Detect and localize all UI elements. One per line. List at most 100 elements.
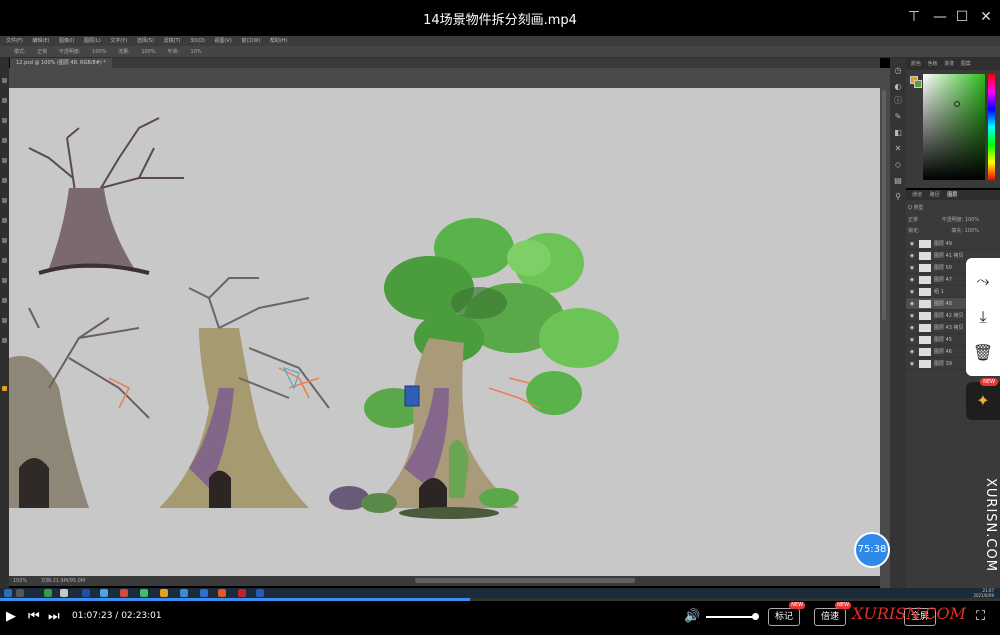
tab-gradients[interactable]: 渐变 — [944, 61, 954, 67]
ps-menu-image[interactable]: 图像(I) — [59, 38, 74, 44]
previous-icon[interactable]: ⏮ — [28, 609, 40, 625]
delete-icon[interactable]: 🗑 — [966, 336, 1000, 370]
canvas[interactable] — [9, 88, 880, 576]
ps-menu-help[interactable]: 帮助(H) — [270, 38, 288, 44]
tab-paths[interactable]: 路径 — [930, 192, 940, 198]
visibility-eye-icon[interactable]: ◉ — [908, 310, 916, 322]
color-picker-field[interactable] — [923, 74, 985, 180]
text-tool-icon[interactable] — [2, 318, 7, 323]
search-icon[interactable] — [16, 589, 24, 597]
app-icon-1[interactable] — [44, 589, 52, 597]
ps-menu-select[interactable]: 选择(S) — [137, 38, 154, 44]
app-icon-4[interactable] — [120, 589, 128, 597]
canvas-horizontal-scrollbar[interactable] — [415, 578, 635, 583]
download-icon[interactable]: ⤓ — [966, 300, 1000, 334]
ps-menu-file[interactable]: 文件(F) — [6, 38, 23, 44]
next-icon[interactable]: ⏭ — [48, 609, 60, 625]
stamp-tool-icon[interactable] — [2, 218, 7, 223]
foreground-color-swatch[interactable] — [2, 386, 7, 391]
eyedropper-tool-icon[interactable] — [2, 178, 7, 183]
photoshop-task-icon[interactable] — [82, 589, 90, 597]
canvas-vertical-scrollbar[interactable] — [882, 90, 886, 320]
app-icon-10[interactable] — [238, 589, 246, 597]
flow-value[interactable]: 100% — [141, 49, 155, 55]
ps-menu-type[interactable]: 文字(Y) — [110, 38, 127, 44]
tab-patterns[interactable]: 图案 — [961, 61, 971, 67]
play-icon[interactable]: ▶ — [6, 609, 16, 625]
document-tab[interactable]: 12.psd @ 100% (图层 48, RGB/8#) * — [10, 58, 112, 68]
ps-menu-3d[interactable]: 3D(D) — [190, 38, 205, 44]
tools-icon[interactable]: ✕ — [893, 144, 903, 154]
visibility-eye-icon[interactable]: ◉ — [908, 238, 916, 250]
volume-slider[interactable] — [706, 616, 756, 618]
brush-mode-select[interactable]: 正常 — [37, 49, 47, 55]
brush-tool-icon[interactable] — [2, 198, 7, 203]
mark-button[interactable]: 标记 NEW — [768, 602, 806, 626]
app-icon-3[interactable] — [100, 589, 108, 597]
app-icon-11[interactable] — [256, 589, 264, 597]
visibility-eye-icon[interactable]: ◉ — [908, 358, 916, 370]
move-tool-icon[interactable] — [2, 78, 7, 83]
close-button[interactable]: ✕ — [976, 8, 996, 26]
fullscreen-icon[interactable]: ⛶ — [976, 609, 985, 625]
maximize-button[interactable]: ☐ — [952, 8, 972, 26]
history-icon[interactable]: ◷ — [893, 66, 903, 76]
speed-button[interactable]: 倍速 NEW — [814, 602, 852, 626]
app-icon-8[interactable] — [200, 589, 208, 597]
layer-row[interactable]: ◉ 图层 49 — [906, 238, 1000, 250]
tray-clock[interactable]: 21:07 2021/6/09 — [973, 588, 994, 598]
properties-icon[interactable]: ⚲ — [893, 192, 903, 202]
tab-color[interactable]: 颜色 — [911, 61, 921, 67]
volume-knob[interactable] — [752, 613, 759, 620]
color-icon[interactable]: ◐ — [893, 82, 903, 92]
layer-fill[interactable]: 填充: 100% — [951, 228, 979, 234]
visibility-eye-icon[interactable]: ◉ — [908, 346, 916, 358]
hue-slider[interactable] — [988, 74, 995, 180]
visibility-eye-icon[interactable]: ◉ — [908, 250, 916, 262]
layer-filter[interactable]: Q 类型 — [908, 204, 998, 212]
gradient-tool-icon[interactable] — [2, 258, 7, 263]
minimize-button[interactable]: — — [930, 8, 950, 26]
blend-mode-select[interactable]: 正常 — [908, 217, 918, 223]
lasso-tool-icon[interactable] — [2, 118, 7, 123]
ps-menu-window[interactable]: 窗口(W) — [241, 38, 260, 44]
app-icon-6[interactable] — [160, 589, 168, 597]
app-icon-7[interactable] — [180, 589, 188, 597]
styles-icon[interactable]: ◇ — [893, 160, 903, 170]
ps-menu-edit[interactable]: 编辑(E) — [32, 38, 49, 44]
tab-layers[interactable]: 图层 — [947, 192, 957, 198]
marquee-tool-icon[interactable] — [2, 98, 7, 103]
app-icon-9[interactable] — [218, 589, 226, 597]
visibility-eye-icon[interactable]: ◉ — [908, 334, 916, 346]
share-icon[interactable]: ⤳ — [966, 264, 1000, 298]
app-icon-5[interactable] — [140, 589, 148, 597]
visibility-eye-icon[interactable]: ◉ — [908, 322, 916, 334]
tab-swatches[interactable]: 色板 — [928, 61, 938, 67]
visibility-eye-icon[interactable]: ◉ — [908, 274, 916, 286]
background-swatch[interactable] — [914, 80, 922, 88]
pin-button[interactable]: NEW ✦ — [966, 378, 1000, 420]
layer-opacity[interactable]: 不透明度: 100% — [942, 217, 980, 223]
wand-tool-icon[interactable] — [2, 138, 7, 143]
picker-cursor[interactable] — [954, 101, 960, 107]
visibility-eye-icon[interactable]: ◉ — [908, 298, 916, 310]
pen-tool-icon[interactable] — [2, 298, 7, 303]
smoothing-value[interactable]: 10% — [191, 49, 202, 55]
opacity-value[interactable]: 100% — [92, 49, 106, 55]
ps-menu-filter[interactable]: 滤镜(T) — [164, 38, 181, 44]
crop-tool-icon[interactable] — [2, 158, 7, 163]
app-icon-2[interactable] — [60, 589, 68, 597]
eraser-tool-icon[interactable] — [2, 238, 7, 243]
hand-tool-icon[interactable] — [2, 338, 7, 343]
volume-icon[interactable]: 🔊 — [684, 609, 700, 625]
pin-top-icon[interactable]: ⊤ — [904, 8, 924, 26]
start-icon[interactable] — [4, 589, 12, 597]
ps-menu-view[interactable]: 视图(V) — [214, 38, 231, 44]
visibility-eye-icon[interactable]: ◉ — [908, 286, 916, 298]
brush-settings-icon[interactable]: ✎ — [893, 112, 903, 122]
dodge-tool-icon[interactable] — [2, 278, 7, 283]
tab-channels[interactable]: 通道 — [912, 192, 922, 198]
ps-menu-layer[interactable]: 图层(L) — [84, 38, 101, 44]
timer-badge[interactable]: 75:38 — [854, 532, 890, 568]
libraries-icon[interactable]: ▤ — [893, 176, 903, 186]
